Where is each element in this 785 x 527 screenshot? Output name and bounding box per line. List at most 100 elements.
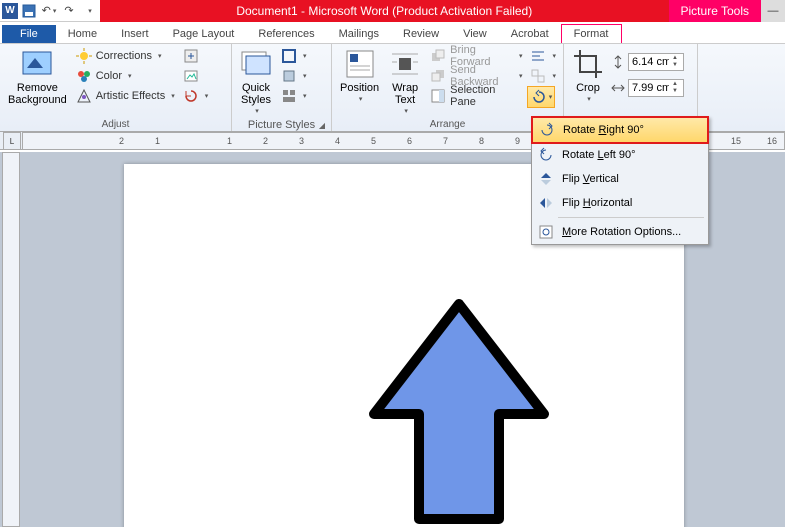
quick-styles-label: Quick Styles [241, 82, 271, 106]
flip-vertical-icon [538, 171, 554, 187]
remove-background-label: Remove Background [8, 82, 67, 106]
group-label-arrange: Arrange [336, 118, 559, 130]
width-box: ▲▼ [610, 78, 684, 98]
send-backward-icon [430, 68, 446, 84]
effects-icon [281, 68, 297, 84]
remove-background-icon [21, 48, 53, 80]
change-picture-icon [183, 68, 199, 84]
rotate-right-icon [539, 122, 555, 138]
wrap-text-button[interactable]: Wrap Text▾ [385, 46, 425, 118]
compress-icon [183, 48, 199, 64]
spin-up-icon[interactable]: ▲ [669, 81, 681, 88]
flip-horizontal-item[interactable]: Flip Horizontal [532, 191, 708, 215]
selected-picture[interactable] [364, 294, 554, 527]
align-button[interactable]: ▾ [527, 46, 559, 66]
tab-acrobat[interactable]: Acrobat [499, 25, 561, 43]
bring-forward-icon [430, 48, 446, 64]
spin-down-icon[interactable]: ▼ [669, 62, 681, 69]
window-title: Document1 - Microsoft Word (Product Acti… [100, 4, 669, 18]
selection-pane-button[interactable]: Selection Pane [427, 86, 525, 106]
tab-file[interactable]: File [2, 25, 56, 43]
rotate-right-label: Rotate Right 90° [563, 124, 644, 136]
flip-vertical-label: Flip Vertical [562, 173, 619, 185]
qat-undo-icon[interactable]: ↶▾ [40, 2, 58, 20]
height-input[interactable] [629, 56, 669, 68]
color-button[interactable]: Color▾ [73, 66, 178, 86]
tab-view[interactable]: View [451, 25, 499, 43]
change-picture-button[interactable] [180, 66, 212, 86]
picture-border-button[interactable]: ▾ [278, 46, 310, 66]
arrow-shape-icon [364, 294, 554, 527]
compress-pictures-button[interactable] [180, 46, 212, 66]
position-label: Position [340, 82, 379, 94]
artistic-effects-label: Artistic Effects [96, 90, 165, 102]
qat-save-icon[interactable] [20, 2, 38, 20]
bring-forward-button[interactable]: Bring Forward▾ [427, 46, 525, 66]
rotate-left-icon [538, 147, 554, 163]
selection-pane-icon [430, 88, 446, 104]
rotate-left-item[interactable]: Rotate Left 90° [532, 143, 708, 167]
selection-pane-label: Selection Pane [450, 84, 522, 108]
corrections-button[interactable]: Corrections▾ [73, 46, 178, 66]
menu-separator [558, 217, 704, 218]
vertical-ruler[interactable] [2, 152, 20, 527]
ruler-tab-selector[interactable]: L [3, 132, 21, 150]
rotate-icon [531, 89, 547, 105]
border-icon [281, 48, 297, 64]
wrap-text-label: Wrap Text [392, 82, 418, 106]
color-icon [76, 68, 92, 84]
flip-vertical-item[interactable]: Flip Vertical [532, 167, 708, 191]
corrections-label: Corrections [96, 50, 152, 62]
minimize-button[interactable]: — [761, 0, 785, 22]
more-rotation-label: More Rotation Options... [562, 226, 681, 238]
spin-down-icon[interactable]: ▼ [669, 88, 681, 95]
more-rotation-icon [538, 224, 554, 240]
remove-background-button[interactable]: Remove Background [4, 46, 71, 108]
styles-launcher-icon[interactable]: ◢ [319, 121, 325, 130]
tab-pagelayout[interactable]: Page Layout [161, 25, 247, 43]
tab-format[interactable]: Format [561, 24, 622, 43]
app-icon: W [2, 3, 18, 19]
artistic-icon [76, 88, 92, 104]
layout-icon [281, 88, 297, 104]
tab-home[interactable]: Home [56, 25, 109, 43]
group-button[interactable]: ▾ [527, 66, 559, 86]
artistic-effects-button[interactable]: Artistic Effects▾ [73, 86, 178, 106]
tab-references[interactable]: References [246, 25, 326, 43]
rotate-left-label: Rotate Left 90° [562, 149, 636, 161]
qat-redo-icon[interactable]: ↷ [60, 2, 78, 20]
align-icon [530, 48, 546, 64]
width-spinner[interactable]: ▲▼ [628, 79, 684, 97]
group-label-styles: Picture Styles◢ [236, 118, 327, 131]
send-backward-button[interactable]: Send Backward▾ [427, 66, 525, 86]
more-rotation-item[interactable]: More Rotation Options... [532, 220, 708, 244]
crop-button[interactable]: Crop▾ [568, 46, 608, 106]
context-tab-label: Picture Tools [669, 0, 761, 22]
tab-review[interactable]: Review [391, 25, 451, 43]
height-box: ▲▼ [610, 52, 684, 72]
rotate-button[interactable]: ▾ [527, 86, 555, 108]
spin-up-icon[interactable]: ▲ [669, 55, 681, 62]
picture-layout-button[interactable]: ▾ [278, 86, 310, 106]
crop-label: Crop [576, 82, 600, 94]
ribbon-tabs: File Home Insert Page Layout References … [0, 22, 785, 44]
height-icon [610, 54, 626, 70]
title-bar-center: Document1 - Microsoft Word (Product Acti… [100, 0, 761, 22]
rotate-right-item[interactable]: Rotate Right 90° [531, 116, 709, 144]
position-button[interactable]: Position▾ [336, 46, 383, 106]
reset-icon [183, 88, 199, 104]
crop-icon [572, 48, 604, 80]
quick-styles-button[interactable]: Quick Styles▾ [236, 46, 276, 118]
qat-customize-icon[interactable]: ▾ [80, 2, 98, 20]
wrap-text-icon [389, 48, 421, 80]
picture-effects-button[interactable]: ▾ [278, 66, 310, 86]
tab-mailings[interactable]: Mailings [327, 25, 391, 43]
height-spinner[interactable]: ▲▼ [628, 53, 684, 71]
width-icon [610, 80, 626, 96]
width-input[interactable] [629, 82, 669, 94]
tab-insert[interactable]: Insert [109, 25, 161, 43]
group-icon [530, 68, 546, 84]
flip-horizontal-icon [538, 195, 554, 211]
reset-picture-button[interactable]: ▾ [180, 86, 212, 106]
position-icon [344, 48, 376, 80]
